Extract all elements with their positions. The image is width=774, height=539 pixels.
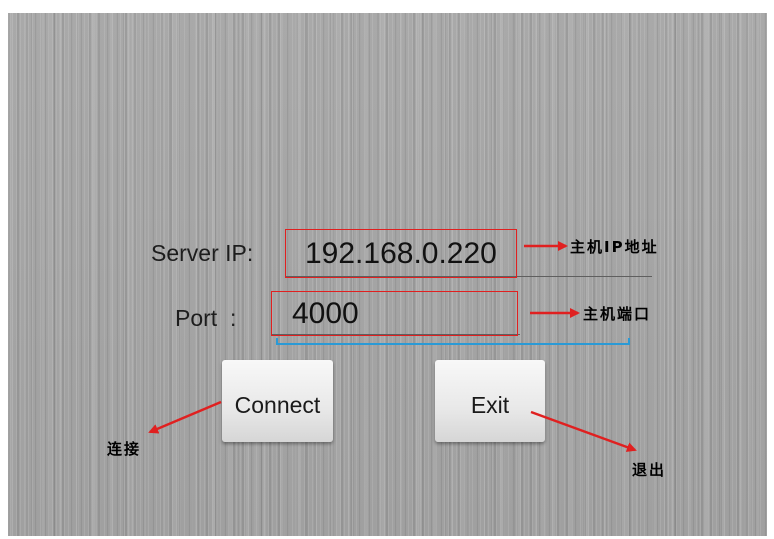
port-bracket xyxy=(276,338,630,345)
arrow-connect xyxy=(148,400,222,434)
annotation-port: 主机端口 xyxy=(583,305,652,323)
arrow-exit xyxy=(530,410,637,452)
annotation-server-ip: 主机IP地址 xyxy=(570,238,659,256)
annotation-exit: 退出 xyxy=(632,461,667,479)
annotation-connect: 连接 xyxy=(107,440,142,458)
